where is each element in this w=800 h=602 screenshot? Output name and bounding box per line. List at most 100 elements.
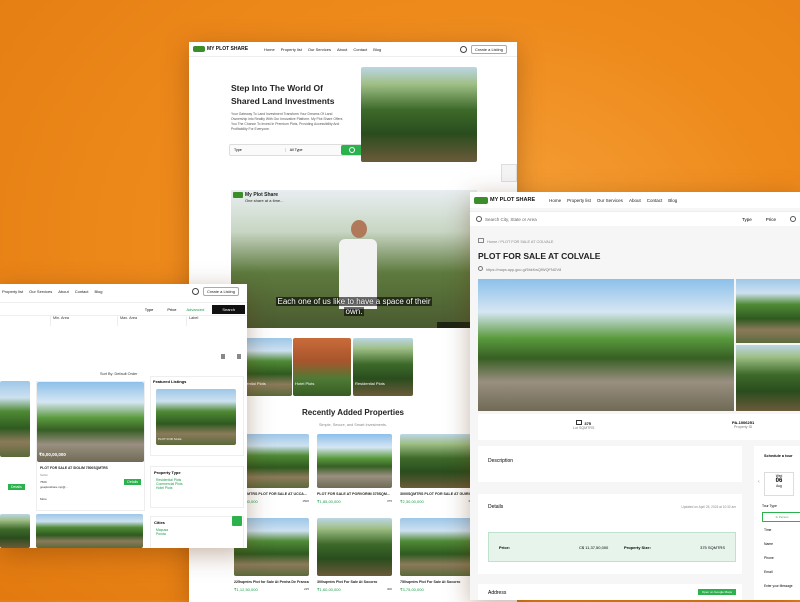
brand-logo[interactable]: MY PLOT SHARE bbox=[193, 46, 254, 52]
search-button[interactable]: Search bbox=[212, 304, 245, 314]
breadcrumb-home[interactable]: Home bbox=[487, 240, 497, 244]
property-area: 1500 bbox=[302, 499, 309, 503]
search-input[interactable]: Search City, State or Area bbox=[485, 217, 537, 222]
details-button[interactable]: Details bbox=[124, 479, 141, 485]
nav-services[interactable]: Our Services bbox=[29, 289, 52, 294]
brand-logo[interactable]: MY PLOT SHARE bbox=[474, 196, 541, 204]
property-area: 7500 bbox=[40, 480, 47, 484]
nav-contact[interactable]: Contact bbox=[75, 289, 89, 294]
featured-card-title: PLOT FOR SALE bbox=[158, 437, 182, 441]
nav-blog[interactable]: Blog bbox=[373, 47, 381, 52]
property-image: ₹6,00,00,000 bbox=[37, 382, 144, 462]
property-price: ₹1,85,00,000 bbox=[317, 499, 341, 504]
property-area: 300 bbox=[386, 587, 392, 591]
recaptcha-badge[interactable] bbox=[501, 164, 517, 182]
nav-about[interactable]: About bbox=[337, 47, 347, 52]
type-filter[interactable]: Type bbox=[742, 217, 752, 222]
advanced-filter[interactable]: Advanced bbox=[187, 307, 205, 312]
nav-blog[interactable]: Blog bbox=[95, 289, 103, 294]
price-filter[interactable]: Price bbox=[167, 307, 176, 312]
property-card[interactable]: 750sqmtrs Plot For Sale At Socorro ₹3,75… bbox=[400, 518, 475, 596]
property-owner: goaplotshare.mp@... bbox=[40, 485, 68, 489]
nav-services[interactable]: Our Services bbox=[597, 198, 623, 203]
sort-select[interactable]: Sort By: Default Order bbox=[100, 372, 137, 376]
type-filter[interactable]: Type bbox=[145, 307, 154, 312]
type-link[interactable]: Hotel Plots bbox=[151, 486, 243, 490]
date-card[interactable]: Wed 06 Aug bbox=[764, 472, 794, 496]
category-card-hotel[interactable]: Hotel Plots bbox=[293, 338, 351, 396]
featured-image[interactable]: PLOT FOR SALE bbox=[156, 389, 236, 445]
nav-home[interactable]: Home bbox=[264, 47, 275, 52]
create-listing-button[interactable]: Create a Listing bbox=[470, 44, 507, 54]
property-image[interactable] bbox=[0, 381, 30, 457]
nav-contact[interactable]: Contact bbox=[647, 198, 663, 203]
create-listing-button[interactable]: Create a Listing bbox=[202, 286, 239, 296]
time-select[interactable]: Time bbox=[764, 528, 771, 532]
featured-title: Featured Listings bbox=[153, 379, 187, 384]
settings-icon[interactable] bbox=[790, 216, 796, 222]
price-size-box: Price: C$ 11,37,50,000 Property Size: 37… bbox=[488, 532, 736, 562]
nav-home[interactable]: Home bbox=[549, 198, 561, 203]
message-textarea[interactable]: Enter your Message bbox=[764, 584, 793, 588]
nav-services[interactable]: Our Services bbox=[308, 47, 331, 52]
subtitle-line2: own. bbox=[343, 307, 365, 316]
category-label: Residential Plots bbox=[355, 381, 385, 386]
email-input[interactable]: Email bbox=[764, 570, 772, 574]
address-title: Address bbox=[488, 590, 507, 596]
price-filter[interactable]: Price bbox=[766, 217, 776, 222]
main-gallery-image[interactable] bbox=[478, 279, 734, 411]
nav-property-list[interactable]: Property list bbox=[281, 47, 302, 52]
gallery-thumb-1[interactable] bbox=[736, 279, 800, 343]
property-price: ₹3,75,00,000 bbox=[400, 587, 424, 592]
phone-input[interactable]: Phone bbox=[764, 556, 774, 560]
nav-contact[interactable]: Contact bbox=[353, 47, 367, 52]
more-link[interactable]: More bbox=[40, 497, 47, 501]
gallery-thumb-2[interactable] bbox=[736, 345, 800, 411]
property-price: ₹2,30,00,000 bbox=[400, 499, 424, 504]
property-card[interactable]: 300sqmtrs Plot For Sale At Socorro ₹1,60… bbox=[317, 518, 392, 596]
all-type-select[interactable]: All Type bbox=[286, 148, 341, 152]
property-type-widget: Property Type Residential Plots Commerci… bbox=[150, 466, 244, 508]
tour-type-label: Tour Type bbox=[762, 504, 777, 508]
label-select[interactable]: Label bbox=[187, 316, 198, 326]
nav-blog[interactable]: Blog bbox=[668, 198, 677, 203]
view-toggle-icons[interactable] bbox=[221, 354, 241, 359]
property-image[interactable] bbox=[36, 514, 143, 548]
min-area-input[interactable]: Min. Area bbox=[51, 316, 118, 326]
details-button-left[interactable]: Details bbox=[8, 484, 25, 490]
type-select[interactable]: Type bbox=[230, 148, 286, 152]
nav-property-list[interactable]: Property list bbox=[567, 198, 591, 203]
city-link[interactable]: Ponda bbox=[151, 532, 243, 536]
promo-video[interactable]: My Plot Share One share at a time... Eac… bbox=[231, 190, 477, 328]
details-title: Details bbox=[488, 504, 504, 510]
in-person-toggle[interactable]: In Person bbox=[762, 512, 800, 522]
name-input[interactable]: Name bbox=[764, 542, 773, 546]
nav-about[interactable]: About bbox=[629, 198, 641, 203]
property-type-title: Property Type bbox=[154, 470, 181, 475]
date-prev-icon[interactable]: ‹ bbox=[758, 479, 760, 485]
max-area-input[interactable]: Max. Area bbox=[118, 316, 187, 326]
details-section: Details Updated on April 25, 2024 at 10:… bbox=[478, 494, 742, 574]
map-url: https://maps.app.goo.gl/5hkKwQfWQFNi2V8 bbox=[486, 268, 562, 272]
nav-property-list[interactable]: Property list bbox=[2, 289, 23, 294]
property-title: 3000SQMTRS PLOT FOR SALE AT GUIRIM... bbox=[400, 492, 475, 496]
hero-image bbox=[361, 67, 477, 162]
property-price: ₹1,12,50,000 bbox=[234, 587, 258, 592]
description-section: Description bbox=[478, 446, 742, 482]
property-title: PLOT FOR SALE AT PORVORIM 375SQM... bbox=[317, 492, 390, 496]
property-card[interactable]: ₹6,00,00,000 PLOT FOR SALE AT SIOLIM 750… bbox=[36, 381, 145, 511]
brand-name: MY PLOT SHARE bbox=[490, 197, 536, 203]
property-image[interactable] bbox=[0, 514, 30, 548]
open-google-maps-button[interactable]: Open on Google Maps bbox=[697, 589, 736, 595]
user-icon[interactable] bbox=[459, 45, 467, 53]
category-card-residential-2[interactable]: Residential Plots bbox=[353, 338, 413, 396]
cities-widget: Cities Mapusa Ponda bbox=[150, 516, 244, 548]
property-card[interactable]: PLOT FOR SALE AT PORVORIM 375SQM... ₹1,8… bbox=[317, 434, 392, 506]
property-title: 300sqmtrs Plot For Sale At Socorro bbox=[317, 580, 378, 584]
property-card[interactable]: 3000SQMTRS PLOT FOR SALE AT GUIRIM... ₹2… bbox=[400, 434, 475, 506]
map-link[interactable]: https://maps.app.goo.gl/5hkKwQfWQFNi2V8 bbox=[478, 266, 561, 272]
user-icon[interactable] bbox=[191, 287, 199, 295]
category-label: Hotel Plots bbox=[295, 381, 315, 386]
nav-about[interactable]: About bbox=[58, 289, 68, 294]
chat-button[interactable] bbox=[232, 516, 242, 526]
